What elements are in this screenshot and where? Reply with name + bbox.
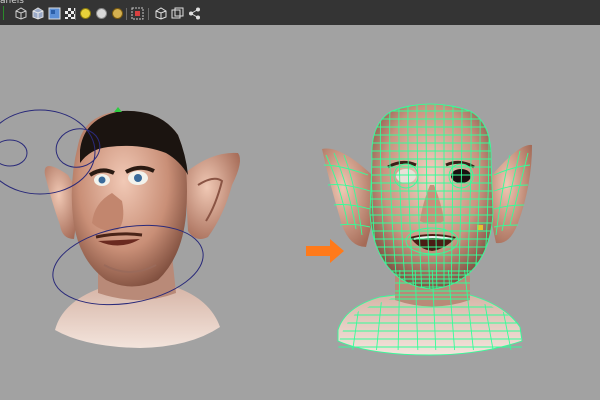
wireframe-on-shaded-icon[interactable] xyxy=(171,7,184,20)
toolbar-separator xyxy=(126,8,127,20)
wireframe-head-model[interactable] xyxy=(322,104,532,355)
toolbar-separator xyxy=(75,8,76,20)
shaded-head-model[interactable] xyxy=(44,107,240,348)
share-node-icon[interactable] xyxy=(188,7,201,20)
wireframe-cube-icon[interactable] xyxy=(14,7,27,20)
toolbar-separator xyxy=(148,8,149,20)
isolate-select-icon[interactable] xyxy=(131,7,144,20)
viewport-toolbar: anels xyxy=(0,0,600,26)
xray-icon[interactable] xyxy=(154,7,167,20)
textured-cube-icon[interactable] xyxy=(48,7,61,20)
toolbar-edge-marker xyxy=(3,6,4,20)
transform-arrow-icon xyxy=(306,239,344,263)
use-default-light-icon[interactable] xyxy=(79,7,92,20)
3d-viewport[interactable] xyxy=(0,25,600,400)
all-lights-icon[interactable] xyxy=(95,7,108,20)
selected-lights-icon[interactable] xyxy=(111,7,124,20)
smooth-shade-cube-icon[interactable] xyxy=(31,7,44,20)
